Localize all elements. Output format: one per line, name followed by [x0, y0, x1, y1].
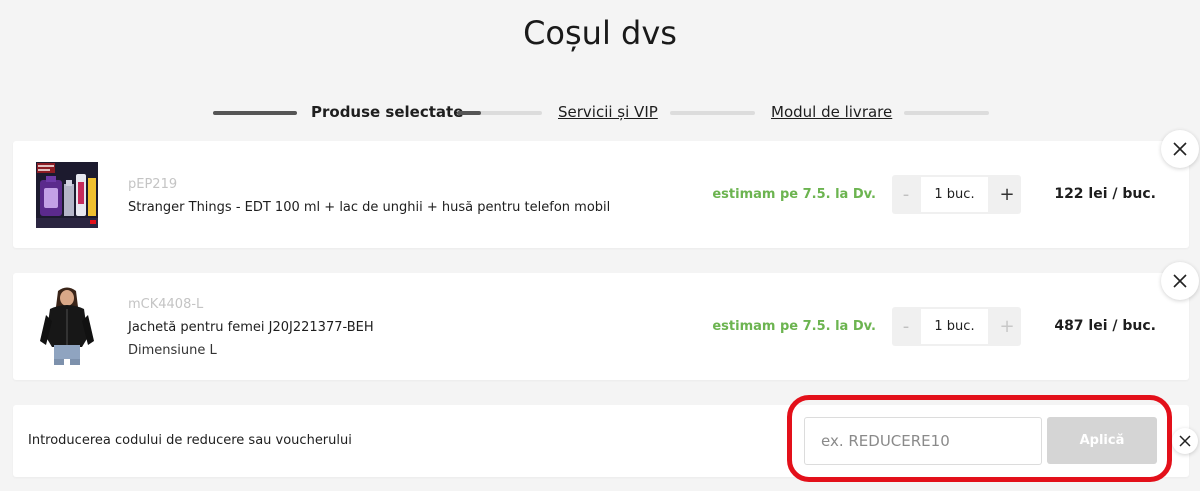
- increase-quantity-button[interactable]: +: [993, 307, 1021, 346]
- jacket-image[interactable]: [36, 285, 98, 365]
- step-line-3: [670, 111, 755, 115]
- quantity-value[interactable]: 1 buc.: [921, 177, 988, 212]
- voucher-label: Introducerea codului de reducere sau vou…: [28, 433, 352, 448]
- increase-quantity-button[interactable]: +: [993, 175, 1021, 214]
- step-produse-selectate: Produse selectate: [311, 103, 464, 121]
- delivery-estimate: estimam pe 7.5. la Dv.: [712, 319, 876, 334]
- close-icon: [1173, 142, 1187, 156]
- item-name[interactable]: Stranger Things - EDT 100 ml + lac de un…: [128, 200, 610, 215]
- close-icon: [1173, 274, 1187, 288]
- remove-item-button[interactable]: [1161, 130, 1199, 168]
- cart-item: mCK4408-L Jachetă pentru femei J20J22137…: [13, 273, 1189, 380]
- page-title: Coșul dvs: [523, 14, 677, 52]
- quantity-stepper: - 1 buc. +: [892, 307, 1021, 346]
- delivery-estimate: estimam pe 7.5. la Dv.: [712, 187, 876, 202]
- item-price: 122 lei / buc.: [1054, 186, 1156, 202]
- decrease-quantity-button[interactable]: -: [892, 175, 920, 214]
- item-variant: Dimensiune L: [128, 343, 217, 358]
- decrease-quantity-button[interactable]: -: [892, 307, 920, 346]
- voucher-code-input[interactable]: [804, 417, 1042, 465]
- perfume-gift-set-image[interactable]: [36, 162, 98, 228]
- voucher-section: Introducerea codului de reducere sau vou…: [13, 405, 1189, 477]
- close-voucher-button[interactable]: [1172, 428, 1198, 454]
- apply-voucher-button[interactable]: Aplică: [1047, 417, 1157, 464]
- item-price: 487 lei / buc.: [1054, 318, 1156, 334]
- step-line-1: [213, 111, 297, 115]
- quantity-value[interactable]: 1 buc.: [921, 309, 988, 344]
- step-progress-2: [457, 111, 542, 115]
- item-code: pEP219: [128, 177, 178, 192]
- item-name[interactable]: Jachetă pentru femei J20J221377-BEH: [128, 320, 374, 335]
- remove-item-button[interactable]: [1161, 262, 1199, 300]
- cart-item: pEP219 Stranger Things - EDT 100 ml + la…: [13, 141, 1189, 248]
- close-icon: [1179, 435, 1191, 447]
- quantity-stepper: - 1 buc. +: [892, 175, 1021, 214]
- item-code: mCK4408-L: [128, 297, 204, 312]
- step-servicii-vip[interactable]: Servicii și VIP: [558, 103, 658, 121]
- step-line-4: [904, 111, 989, 115]
- step-modul-livrare[interactable]: Modul de livrare: [771, 103, 892, 121]
